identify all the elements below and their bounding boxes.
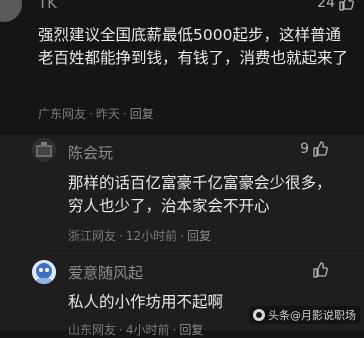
avatar-image <box>32 138 56 162</box>
reply-location: 山东网友 <box>68 323 117 337</box>
avatar-image <box>32 260 56 284</box>
reply-button[interactable]: 回复 <box>179 323 203 337</box>
comment-time: 昨天 <box>95 107 120 121</box>
reply-username[interactable]: 陈会玩 <box>68 142 113 163</box>
like-button[interactable]: 24 <box>317 0 354 11</box>
reply-text: 那样的话百亿富豪千亿富豪会少很多，穷人也少了，治本家会不开心 <box>68 174 332 215</box>
reply-time: 12小时前 <box>125 229 178 243</box>
watermark: 头条@月影说职场 <box>249 306 360 324</box>
reply-username[interactable]: 爱意随风起 <box>68 262 143 283</box>
divider <box>44 253 364 254</box>
reply-time: 4小时前 <box>125 323 170 337</box>
comment-text: 强烈建议全国底薪最低5000起步，这样普通老百姓都能挣到钱，有钱了，消费也就起来… <box>38 26 349 67</box>
thumb-up-icon <box>313 262 328 278</box>
reply-button[interactable]: 回复 <box>130 107 154 121</box>
watermark-logo-icon <box>253 309 265 321</box>
like-button[interactable] <box>309 262 328 278</box>
reply-meta: 浙江网友 · 12小时前 · 回复 <box>68 229 211 243</box>
reply-location: 浙江网友 <box>68 229 117 243</box>
thumb-up-icon <box>339 0 354 11</box>
like-count: 24 <box>317 0 335 11</box>
avatar[interactable] <box>32 260 56 284</box>
like-button[interactable]: 9 <box>300 141 328 157</box>
comment-location: 广东网友 <box>38 107 87 121</box>
avatar[interactable] <box>32 138 56 162</box>
reply-button[interactable]: 回复 <box>187 229 211 243</box>
avatar[interactable] <box>0 0 22 22</box>
like-count: 9 <box>300 141 309 157</box>
comment-username[interactable]: TK <box>38 0 57 12</box>
watermark-text: 头条@月影说职场 <box>268 309 356 322</box>
comment-meta: 广东网友 · 昨天 · 回复 <box>38 107 154 121</box>
thumb-up-icon <box>313 141 328 157</box>
